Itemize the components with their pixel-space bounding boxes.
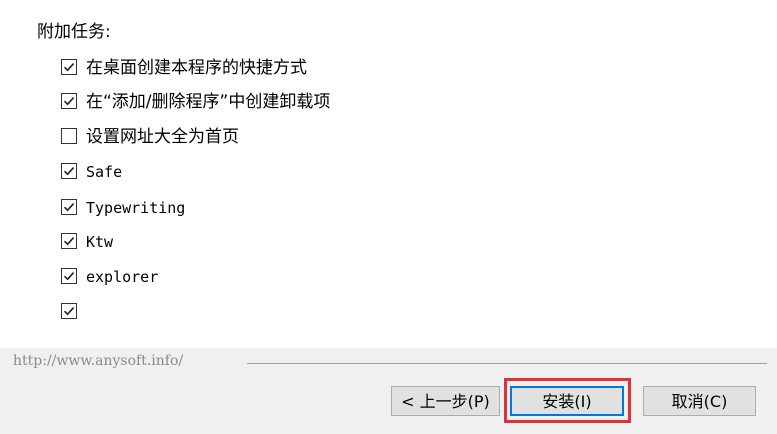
checkbox-uninstall-entry[interactable] bbox=[61, 93, 77, 109]
option-label: explorer bbox=[86, 268, 159, 286]
checkmark-icon bbox=[63, 237, 75, 246]
checkbox-desktop-shortcut[interactable] bbox=[61, 59, 77, 75]
back-button[interactable]: < 上一步(P) bbox=[391, 386, 500, 416]
checkmark-icon bbox=[63, 63, 75, 72]
footer-divider bbox=[247, 363, 767, 364]
checkbox-typewriting[interactable] bbox=[61, 199, 77, 215]
option-label: 设置网址大全为首页 bbox=[86, 127, 239, 147]
checkmark-icon bbox=[63, 272, 75, 281]
checkmark-icon bbox=[63, 97, 75, 106]
checkbox-homepage[interactable] bbox=[61, 128, 77, 144]
checkbox-explorer[interactable] bbox=[61, 268, 77, 284]
checkbox-unlabeled[interactable] bbox=[61, 303, 77, 319]
option-label: Typewriting bbox=[86, 199, 186, 217]
option-label: Ktw bbox=[86, 233, 114, 251]
option-label: 在桌面创建本程序的快捷方式 bbox=[86, 58, 307, 78]
option-label: 在“添加/删除程序”中创建卸载项 bbox=[86, 92, 331, 112]
install-highlight-box bbox=[504, 378, 631, 423]
cancel-button[interactable]: 取消(C) bbox=[643, 386, 756, 416]
installer-panel: 附加任务: 在桌面创建本程序的快捷方式 在“添加/删除程序”中创建卸载项 设置网… bbox=[0, 0, 777, 434]
tasks-area: 附加任务: 在桌面创建本程序的快捷方式 在“添加/删除程序”中创建卸载项 设置网… bbox=[0, 0, 777, 348]
section-title: 附加任务: bbox=[37, 22, 111, 42]
checkbox-safe[interactable] bbox=[61, 163, 77, 179]
branding-url: http://www.anysoft.info/ bbox=[13, 353, 184, 369]
checkmark-icon bbox=[63, 167, 75, 176]
checkbox-ktw[interactable] bbox=[61, 233, 77, 249]
checkmark-icon bbox=[63, 203, 75, 212]
checkmark-icon bbox=[63, 307, 75, 316]
option-label: Safe bbox=[86, 163, 123, 181]
